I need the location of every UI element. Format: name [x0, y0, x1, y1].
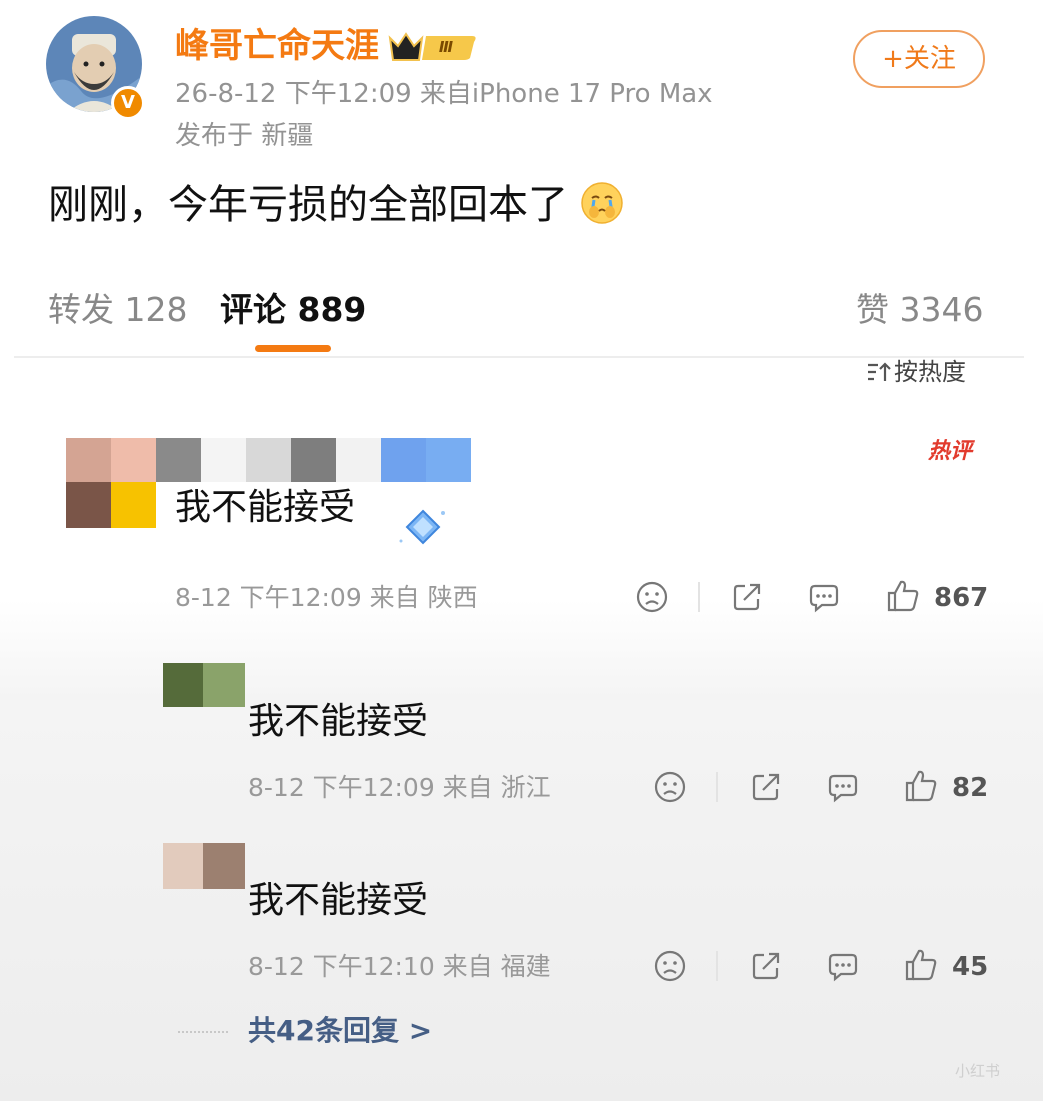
watermark: 小红书 — [955, 1062, 1001, 1080]
tab-comments[interactable]: 评论 889 — [220, 288, 366, 332]
share-icon[interactable] — [730, 580, 764, 614]
post-location: 发布于 新疆 — [175, 121, 314, 151]
reply-text: 我不能接受 — [248, 880, 429, 921]
replies-dotted-line — [178, 1031, 228, 1035]
sort-icon — [866, 357, 894, 393]
follow-button[interactable]: +关注 — [853, 30, 985, 88]
share-icon[interactable] — [749, 949, 783, 983]
sort-by-hot-button[interactable]: 按热度 — [866, 354, 966, 393]
comment-meta: 8-12 下午12:09 来自 陕西 — [175, 583, 478, 612]
tab-repost[interactable]: 转发 128 — [48, 288, 187, 332]
dislike-icon[interactable] — [653, 949, 687, 983]
dislike-icon[interactable] — [635, 580, 669, 614]
comment-icon[interactable] — [826, 770, 860, 804]
hot-comment-tag: 热评 — [928, 439, 973, 464]
author-name[interactable]: 峰哥亡命天涯 — [175, 24, 379, 68]
like-count: 867 — [934, 583, 989, 613]
diamond-icon — [395, 505, 451, 551]
share-icon[interactable] — [749, 770, 783, 804]
like-icon[interactable] — [903, 768, 939, 804]
like-count: 82 — [952, 773, 989, 803]
action-divider — [716, 951, 718, 981]
reply-text: 我不能接受 — [248, 701, 429, 742]
action-divider — [698, 582, 700, 612]
sort-label: 按热度 — [894, 358, 966, 386]
dislike-icon[interactable] — [653, 770, 687, 804]
reply-meta: 8-12 下午12:10 来自 福建 — [248, 952, 551, 981]
post-text: 刚刚，今年亏损的全部回本了 — [48, 182, 568, 228]
reply-meta: 8-12 下午12:09 来自 浙江 — [248, 773, 551, 802]
like-icon[interactable] — [885, 578, 921, 614]
comment-icon[interactable] — [807, 580, 841, 614]
like-icon[interactable] — [903, 947, 939, 983]
like-count: 45 — [952, 952, 989, 982]
comment-text: 我不能接受 — [175, 487, 356, 528]
comment-icon[interactable] — [826, 949, 860, 983]
verified-badge: V — [111, 86, 145, 120]
action-divider — [716, 772, 718, 802]
post-meta: 26-8-12 下午12:09 来自iPhone 17 Pro Max — [175, 79, 713, 109]
tab-likes[interactable]: 赞 3346 — [856, 288, 983, 332]
vip-level-label: Ⅲ — [438, 38, 454, 56]
crying-emoji-icon — [580, 181, 624, 225]
view-all-replies-link[interactable]: 共42条回复 > — [248, 1011, 432, 1051]
active-tab-indicator — [255, 345, 331, 352]
